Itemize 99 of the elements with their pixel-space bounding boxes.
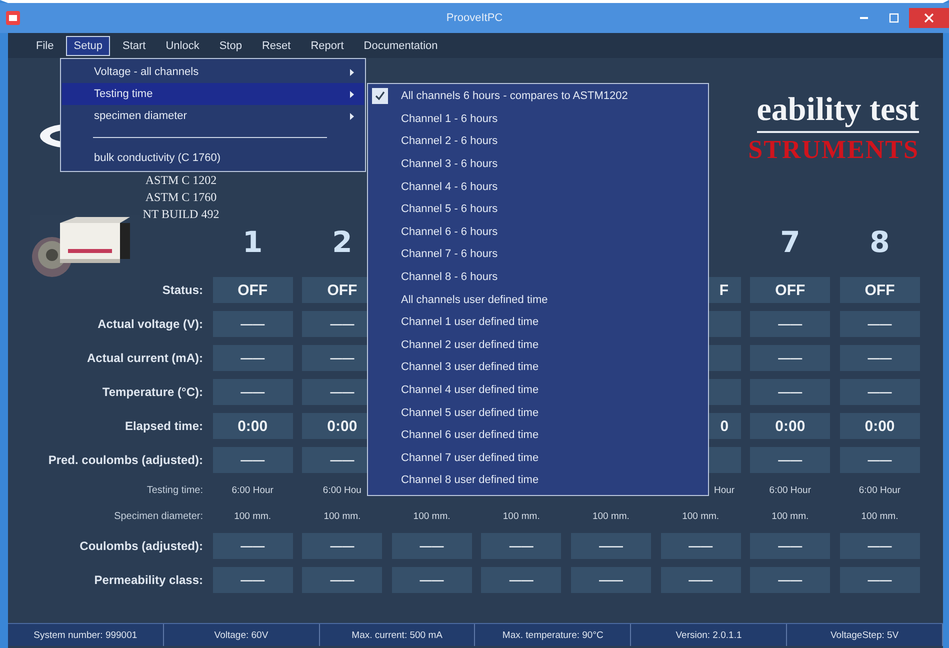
menu-entry[interactable]: Channel 1 - 6 hours xyxy=(368,108,708,130)
menu-entry[interactable]: Channel 6 - 6 hours xyxy=(368,220,708,244)
value-cell: 0:00 xyxy=(840,413,920,439)
menu-entry[interactable]: Channel 3 - 6 hours xyxy=(368,152,708,176)
value-cell: —— xyxy=(212,379,293,405)
value-cell: —— xyxy=(302,533,382,559)
status-field: System number: 999001 xyxy=(8,624,164,646)
row-label: Temperature (°C): xyxy=(102,385,203,399)
value-cell: —— xyxy=(840,379,920,405)
value-cell: —— xyxy=(481,533,562,559)
row-label: Permeability class: xyxy=(94,573,203,587)
row-label: Testing time: xyxy=(146,484,203,496)
value-cell: —— xyxy=(750,345,830,371)
value-cell: —— xyxy=(750,447,830,473)
menu-item[interactable]: Start xyxy=(114,36,154,56)
value-cell: OFF xyxy=(840,277,920,303)
window-title: ProoveItPC xyxy=(446,12,503,24)
menu-item[interactable]: Setup xyxy=(66,36,110,56)
app-heading: eability test xyxy=(756,92,919,133)
value-cell: —— xyxy=(481,567,562,593)
standard-name: NT BUILD 492 xyxy=(142,206,220,223)
value-cell-text: 100 mm. xyxy=(322,510,362,524)
value-cell-text: 6:00 Hour xyxy=(768,484,812,498)
channel-number: 1 xyxy=(242,225,263,259)
menu-item[interactable]: Stop xyxy=(211,36,250,56)
status-field: Max. current: 500 mA xyxy=(320,624,476,646)
value-cell-text: 100 mm. xyxy=(412,510,452,524)
value-cell: —— xyxy=(840,447,920,473)
maximize-icon xyxy=(889,13,899,23)
value-cell: —— xyxy=(750,311,830,337)
status-field: Voltage: 60V xyxy=(164,624,320,646)
value-cell-text: 100 mm. xyxy=(591,510,630,524)
value-cell: —— xyxy=(212,533,293,559)
status-field: VoltageStep: 5V xyxy=(787,624,943,646)
minimize-icon xyxy=(859,17,869,19)
value-cell: —— xyxy=(392,533,472,559)
value-cell: —— xyxy=(660,533,741,559)
menu-entry[interactable]: Channel 4 - 6 hours xyxy=(368,175,708,198)
checkmark-icon xyxy=(372,88,388,104)
status-field: Max. temperature: 90°C xyxy=(475,624,632,646)
menu-entry[interactable]: specimen diameter xyxy=(62,105,364,127)
row-label: Coulombs (adjusted): xyxy=(80,539,203,553)
menu-entry[interactable]: Channel 2 - 6 hours xyxy=(368,130,708,153)
menu-entry[interactable]: All channels 6 hours - compares to ASTM1202 xyxy=(368,85,708,108)
value-cell-text: 100 mm. xyxy=(860,510,900,524)
value-cell: —— xyxy=(840,567,920,593)
value-cell-text: 100 mm. xyxy=(502,510,541,524)
value-cell: —— xyxy=(570,567,651,593)
value-cell: —— xyxy=(840,311,920,337)
menu-item[interactable]: Documentation xyxy=(356,36,446,56)
row-label: Actual voltage (V): xyxy=(98,317,203,331)
menu-entry[interactable]: Channel 7 - 6 hours xyxy=(368,243,708,266)
value-cell: —— xyxy=(392,567,472,593)
value-cell-text: Hour xyxy=(712,484,736,498)
value-cell: —— xyxy=(750,567,830,593)
menu-item[interactable]: Unlock xyxy=(158,36,208,56)
menu-item[interactable]: Report xyxy=(302,36,352,56)
menu-entry[interactable]: Testing time xyxy=(62,83,364,105)
channel-number: 7 xyxy=(780,225,800,259)
value-cell: OFF xyxy=(750,277,830,303)
value-cell: —— xyxy=(302,567,382,593)
row-label: Pred. coulombs (adjusted): xyxy=(48,453,203,467)
value-cell-text: 100 mm. xyxy=(770,510,810,524)
value-cell-text: 100 mm. xyxy=(233,510,272,524)
menu-item[interactable]: Reset xyxy=(254,36,299,56)
value-cell: 0:00 xyxy=(750,413,830,439)
value-cell: —— xyxy=(212,311,293,337)
value-cell-text: 6:00 Hou xyxy=(322,484,362,498)
value-cell: 0:00 xyxy=(212,413,293,439)
value-cell: —— xyxy=(212,567,293,593)
row-label: Actual current (mA): xyxy=(86,351,203,365)
value-cell: —— xyxy=(750,533,830,559)
app-icon xyxy=(6,11,20,25)
menu-entry[interactable]: bulk conductivity (C 1760) xyxy=(62,147,364,169)
status-field: Version: 2.0.1.1 xyxy=(631,624,788,646)
row-label: Elapsed time: xyxy=(124,419,203,433)
standard-name: ASTM C 1760 xyxy=(144,189,218,206)
value-cell: —— xyxy=(840,345,920,371)
value-cell: —— xyxy=(840,533,920,559)
close-icon xyxy=(924,13,934,23)
row-label: Status: xyxy=(162,283,203,297)
row-label: Specimen diameter: xyxy=(114,510,203,522)
value-cell-text: 6:00 Hour xyxy=(858,484,902,498)
menu-entry[interactable]: Channel 5 - 6 hours xyxy=(368,198,708,221)
value-cell: —— xyxy=(570,533,651,559)
value-cell: —— xyxy=(212,447,293,473)
value-cell-text: 100 mm. xyxy=(681,510,720,524)
channel-number: 2 xyxy=(332,225,352,259)
brand-name: STRUMENTS xyxy=(748,135,919,165)
value-cell: OFF xyxy=(212,277,293,303)
close-button[interactable] xyxy=(909,8,949,28)
channel-number: 8 xyxy=(870,225,890,259)
standard-name: ASTM C 1202 xyxy=(144,172,218,189)
value-cell: —— xyxy=(660,567,741,593)
value-cell: —— xyxy=(212,345,293,371)
value-cell: —— xyxy=(750,379,830,405)
menu-entry[interactable]: Voltage - all channels xyxy=(62,61,364,83)
value-cell-text: 6:00 Hour xyxy=(230,484,274,498)
menu-item[interactable]: File xyxy=(28,36,62,56)
